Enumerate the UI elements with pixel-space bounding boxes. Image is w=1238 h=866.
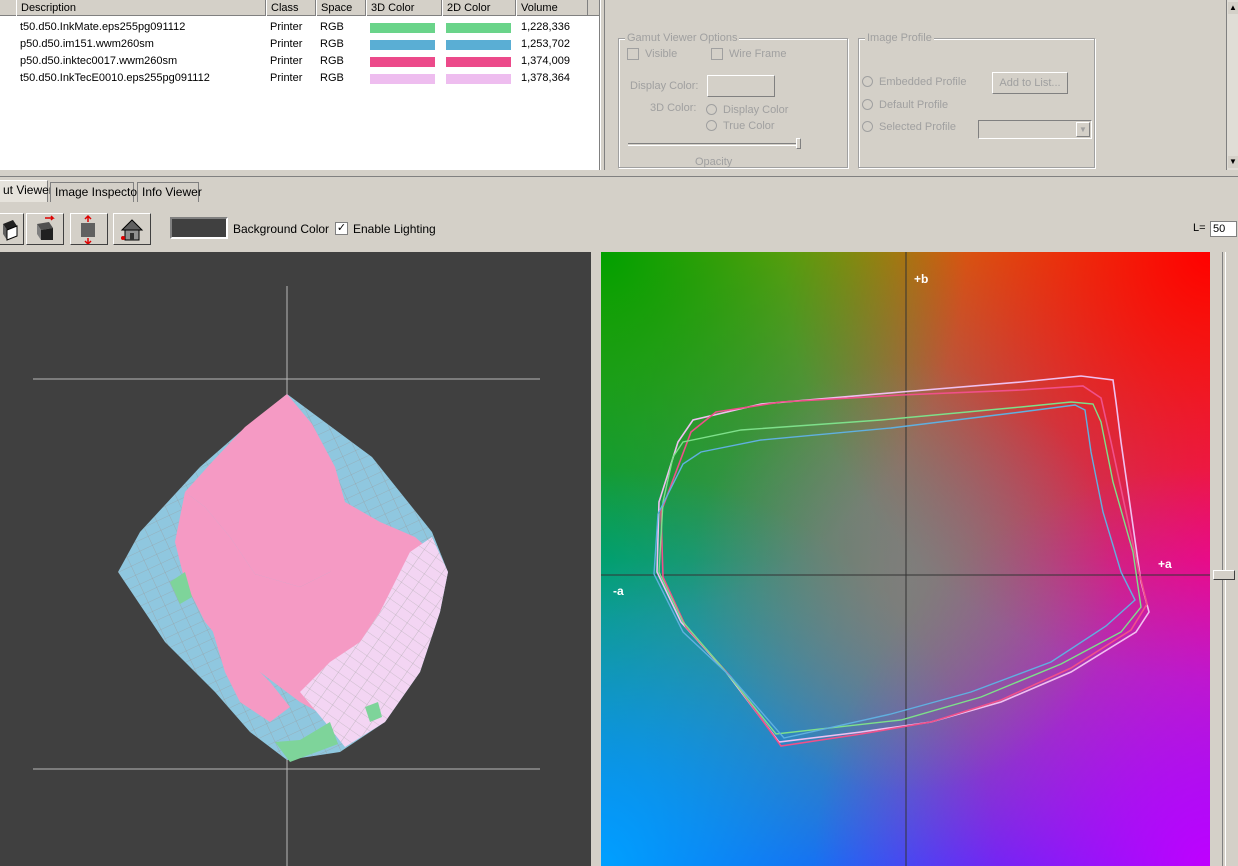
column-space[interactable]: Space (316, 0, 366, 16)
l-label: L= (1193, 222, 1206, 234)
table-row[interactable]: t50.d50.InkTecE0010.eps255pg091112 Print… (0, 70, 599, 87)
rotate-cube-icon (37, 215, 55, 240)
3d-color-label: 3D Color: (650, 102, 697, 114)
wire-frame-checkbox[interactable] (711, 48, 723, 60)
viewer-tabs: ut Viewer Image Inspector Info Viewer (0, 176, 1238, 203)
display-color-button[interactable] (707, 75, 775, 97)
row-volume: 1,378,364 (521, 72, 570, 84)
options-panel: Gamut Viewer Options Visible Wire Frame … (606, 0, 1226, 170)
row-description: p50.d50.inktec0017.wwm260sm (20, 55, 178, 67)
row-volume: 1,374,009 (521, 55, 570, 67)
chevron-down-icon[interactable]: ▼ (1076, 122, 1090, 137)
column-volume[interactable]: Volume (516, 0, 588, 16)
row-class: Printer (270, 72, 303, 84)
flip-view-button[interactable] (70, 213, 108, 246)
opacity-label: Opacity (695, 156, 733, 168)
enable-lighting-label: Enable Lighting (353, 222, 436, 236)
l-slider-thumb[interactable] (1213, 570, 1235, 580)
row-description: t50.d50.InkMate.eps255pg091112 (20, 21, 186, 33)
gamut-2d-viewer[interactable]: +b +a -a (601, 252, 1210, 866)
wire-frame-label: Wire Frame (729, 48, 787, 60)
ab-plane-background (601, 252, 1210, 866)
flip-cube-icon (81, 214, 95, 246)
row-2d-color-swatch[interactable] (446, 23, 511, 33)
profile-list-header: Description Class Space 3D Color 2D Colo… (0, 0, 599, 16)
display-color-label: Display Color: (630, 80, 699, 92)
row-space: RGB (320, 21, 344, 33)
axis-label-plus-b: +b (914, 272, 929, 286)
visible-label: Visible (645, 48, 678, 60)
default-profile-label: Default Profile (879, 99, 949, 111)
embedded-profile-radio[interactable] (862, 76, 873, 87)
selected-profile-radio[interactable] (862, 121, 873, 132)
vertical-splitter[interactable] (600, 0, 605, 170)
row-class: Printer (270, 38, 303, 50)
scroll-down-icon[interactable]: ▼ (1228, 156, 1238, 168)
add-to-list-button[interactable]: Add to List... (992, 72, 1068, 94)
viewer-separator[interactable] (591, 252, 601, 866)
profile-list[interactable]: Description Class Space 3D Color 2D Colo… (0, 0, 600, 170)
column-3d-color[interactable]: 3D Color (366, 0, 442, 16)
row-2d-color-swatch[interactable] (446, 57, 511, 67)
display-color-radio-label: Display Color (723, 104, 789, 116)
background-color-swatch[interactable] (170, 217, 228, 239)
axis-label-minus-a: -a (613, 584, 624, 598)
row-volume: 1,253,702 (521, 38, 570, 50)
tab-image-inspector[interactable]: Image Inspector (50, 182, 141, 202)
l-value-input[interactable]: 50 (1210, 221, 1237, 237)
tab-gamut-viewer[interactable]: ut Viewer (0, 180, 53, 203)
true-color-radio[interactable] (706, 120, 717, 131)
row-description: p50.d50.im151.wwm260sm (20, 38, 154, 50)
tab-info-viewer[interactable]: Info Viewer (137, 182, 202, 202)
row-2d-color-swatch[interactable] (446, 74, 511, 84)
display-color-radio[interactable] (706, 104, 717, 115)
gamut-3d-render[interactable] (0, 252, 591, 866)
column-class[interactable]: Class (266, 0, 316, 16)
row-class: Printer (270, 21, 303, 33)
embedded-profile-label: Embedded Profile (879, 76, 967, 88)
table-row[interactable]: t50.d50.InkMate.eps255pg091112 Printer R… (0, 19, 599, 36)
opacity-slider-thumb[interactable] (796, 138, 801, 149)
row-description: t50.d50.InkTecE0010.eps255pg091112 (20, 72, 210, 84)
viewer-toolbar: Background Color ✓ Enable Lighting L= 50 (0, 202, 1238, 252)
l-slider[interactable] (1210, 252, 1238, 866)
view-cube-button[interactable] (0, 213, 24, 245)
row-space: RGB (320, 38, 344, 50)
row-3d-color-swatch[interactable] (370, 23, 435, 33)
default-profile-radio[interactable] (862, 99, 873, 110)
enable-lighting-checkbox[interactable]: ✓ (335, 222, 348, 235)
row-2d-color-swatch[interactable] (446, 40, 511, 50)
background-color-label: Background Color (233, 222, 330, 236)
row-3d-color-swatch[interactable] (370, 74, 435, 84)
cube-icon (3, 220, 18, 241)
rotate-view-button[interactable] (26, 213, 64, 245)
row-3d-color-swatch[interactable] (370, 40, 435, 50)
selected-profile-dropdown[interactable]: ▼ (978, 120, 1092, 139)
selected-profile-label: Selected Profile (879, 121, 957, 133)
visible-checkbox[interactable] (627, 48, 639, 60)
gamut-3d-viewer[interactable] (0, 252, 591, 866)
table-row[interactable]: p50.d50.im151.wwm260sm Printer RGB 1,253… (0, 36, 599, 53)
opacity-slider-track[interactable] (628, 143, 800, 146)
home-icon (120, 219, 144, 241)
image-profile-title: Image Profile (865, 32, 934, 44)
home-view-button[interactable] (113, 213, 151, 245)
options-scrollbar[interactable]: ▲ ▼ (1226, 0, 1238, 170)
row-3d-color-swatch[interactable] (370, 57, 435, 67)
row-space: RGB (320, 72, 344, 84)
row-volume: 1,228,336 (521, 21, 570, 33)
table-row[interactable]: p50.d50.inktec0017.wwm260sm Printer RGB … (0, 53, 599, 70)
column-2d-color[interactable]: 2D Color (442, 0, 516, 16)
row-space: RGB (320, 55, 344, 67)
scroll-up-icon[interactable]: ▲ (1228, 2, 1238, 14)
gamut-viewer-options-title: Gamut Viewer Options (625, 32, 740, 44)
true-color-radio-label: True Color (723, 120, 775, 132)
l-slider-track[interactable] (1222, 252, 1226, 866)
row-class: Printer (270, 55, 303, 67)
column-description[interactable]: Description (16, 0, 266, 16)
axis-label-plus-a: +a (1158, 557, 1172, 571)
